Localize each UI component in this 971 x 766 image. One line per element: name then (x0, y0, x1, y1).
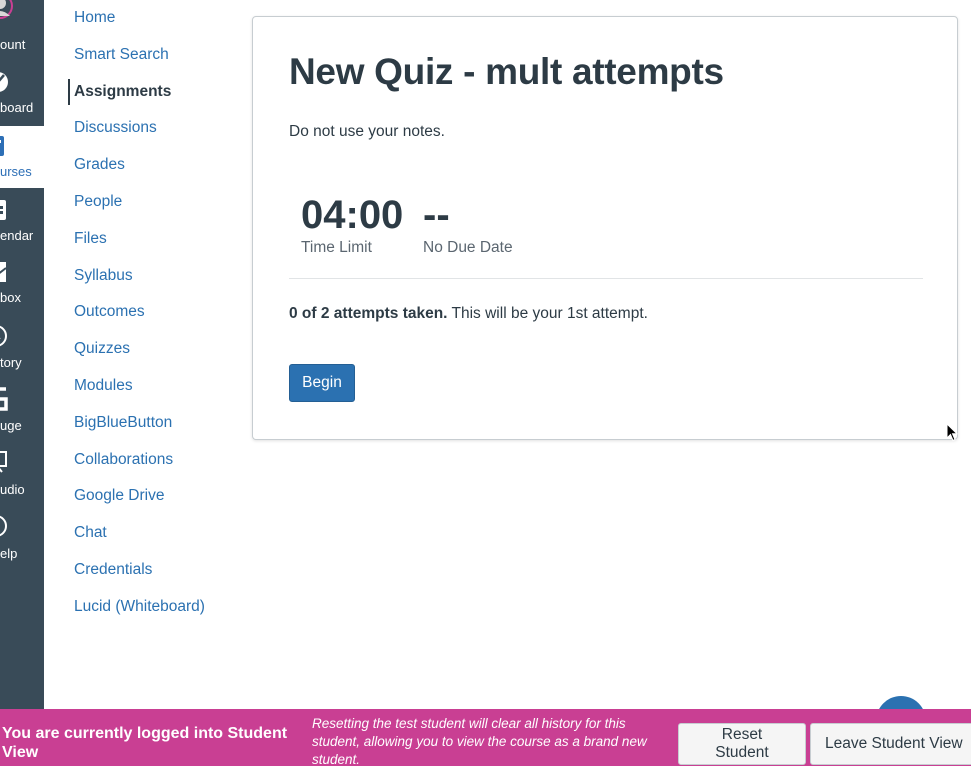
course-nav-discussions[interactable]: Discussions (68, 115, 157, 141)
course-nav-modules[interactable]: Modules (68, 373, 133, 399)
time-limit-value: 04:00 (301, 193, 404, 237)
global-nav-label: elp (0, 546, 18, 561)
global-nav-label: tory (0, 355, 22, 370)
course-nav-syllabus[interactable]: Syllabus (68, 263, 133, 289)
course-nav-credentials[interactable]: Credentials (68, 557, 152, 583)
global-nav-label: uge (0, 418, 22, 433)
course-nav-google-drive[interactable]: Google Drive (68, 483, 164, 509)
global-nav-studio[interactable]: udio (0, 444, 44, 506)
student-view-bar: You are currently logged into Student Vi… (0, 709, 971, 766)
global-nav-dashboard[interactable]: board (0, 62, 44, 124)
global-nav-help[interactable]: ? elp (0, 508, 44, 570)
course-nav-grades[interactable]: Grades (68, 152, 125, 178)
due-date-value: -- (423, 193, 450, 237)
commons-icon (0, 387, 8, 411)
calendar-icon (0, 200, 6, 220)
course-nav-assignments[interactable]: Assignments (68, 79, 171, 105)
global-nav-label: urses (0, 164, 32, 179)
course-nav-outcomes[interactable]: Outcomes (68, 299, 145, 325)
global-nav-courses[interactable]: urses (0, 126, 44, 188)
global-nav-label: endar (0, 228, 34, 243)
course-nav-quizzes[interactable]: Quizzes (68, 336, 130, 362)
student-view-message: You are currently logged into Student Vi… (2, 725, 288, 761)
account-icon (0, 0, 13, 19)
student-view-note: Resetting the test student will clear al… (312, 716, 647, 766)
global-nav-commons[interactable]: uge (0, 378, 44, 440)
attempts-info: 0 of 2 attempts taken. This will be your… (289, 305, 648, 323)
quiz-title: New Quiz - mult attempts (289, 51, 724, 92)
global-nav-account[interactable]: ount (0, 0, 44, 54)
attempts-next: This will be your 1st attempt. (447, 305, 648, 322)
due-date-stat: -- No Due Date (423, 193, 513, 257)
global-nav-history[interactable]: tory (0, 316, 44, 378)
course-nav-lucid-whiteboard[interactable]: Lucid (Whiteboard) (68, 594, 205, 620)
time-limit-label: Time Limit (301, 239, 372, 256)
history-icon (0, 325, 7, 347)
course-nav-bigbluebutton[interactable]: BigBlueButton (68, 410, 172, 436)
course-nav-files[interactable]: Files (68, 226, 107, 252)
global-nav-inbox[interactable]: box (0, 252, 44, 314)
dashboard-icon (0, 72, 8, 92)
global-nav-label: board (0, 100, 34, 115)
course-nav-home[interactable]: Home (68, 5, 115, 31)
global-nav-calendar[interactable]: endar (0, 188, 44, 250)
quiz-card: New Quiz - mult attempts Do not use your… (252, 16, 958, 440)
quiz-description: Do not use your notes. (289, 123, 445, 140)
due-date-label: No Due Date (423, 239, 513, 256)
global-nav-label: udio (0, 482, 25, 497)
mouse-cursor-icon (946, 423, 959, 442)
divider (289, 278, 923, 279)
course-nav-collaborations[interactable]: Collaborations (68, 447, 173, 473)
global-nav: ount board urses endar box tory uge udio… (0, 0, 44, 710)
help-icon: ? (0, 515, 7, 537)
course-nav-smart-search[interactable]: Smart Search (68, 42, 169, 68)
time-limit-stat: 04:00 Time Limit (301, 193, 403, 257)
course-nav-people[interactable]: People (68, 189, 122, 215)
reset-student-button[interactable]: Reset Student (678, 723, 806, 765)
courses-icon (0, 136, 4, 156)
course-nav-chat[interactable]: Chat (68, 520, 107, 546)
attempts-taken: 0 of 2 attempts taken. (289, 305, 448, 322)
global-nav-label: box (0, 290, 21, 305)
inbox-icon (0, 262, 7, 282)
leave-student-view-button[interactable]: Leave Student View (810, 723, 971, 765)
begin-button[interactable]: Begin (289, 364, 355, 402)
studio-icon (0, 451, 7, 473)
global-nav-label: ount (0, 37, 26, 52)
